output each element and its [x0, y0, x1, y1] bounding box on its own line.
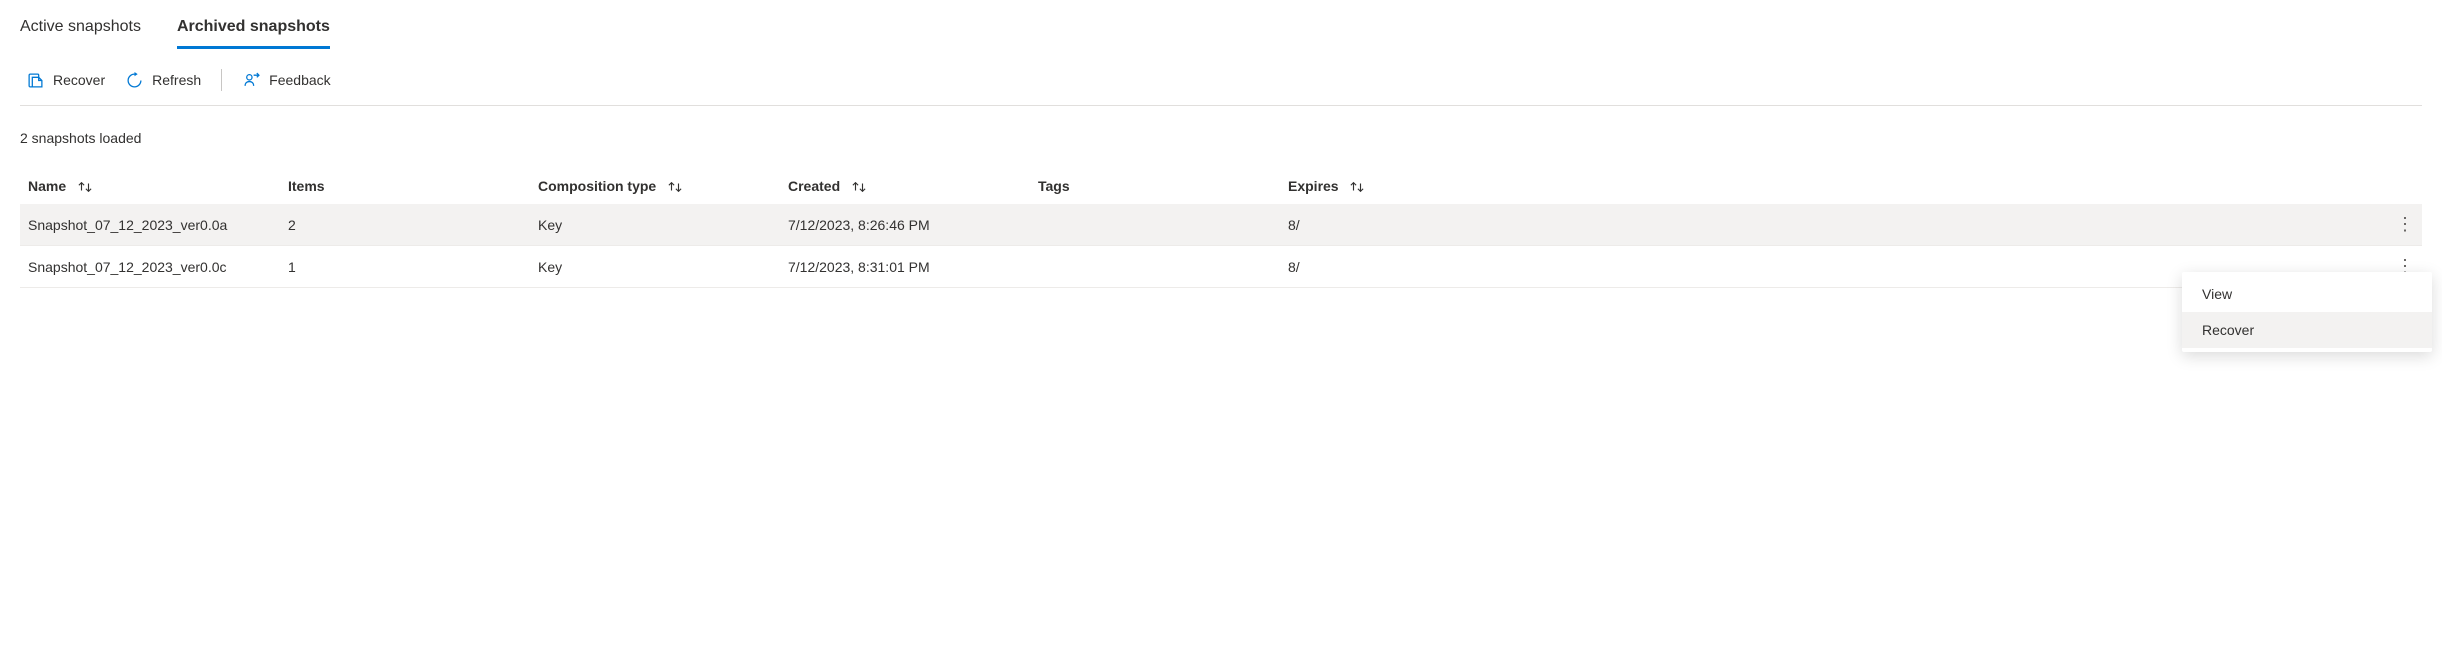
recover-label: Recover	[53, 72, 105, 88]
column-items-label: Items	[288, 178, 325, 194]
cell-name: Snapshot_07_12_2023_ver0.0a	[20, 204, 280, 246]
cell-items: 1	[280, 246, 530, 288]
toolbar: Recover Refresh Feedback	[20, 49, 2422, 106]
cell-composition: Key	[530, 204, 780, 246]
column-header-composition[interactable]: Composition type	[530, 168, 780, 204]
column-created-label: Created	[788, 178, 840, 194]
column-header-tags[interactable]: Tags	[1030, 168, 1280, 204]
table-row[interactable]: Snapshot_07_12_2023_ver0.0c 1 Key 7/12/2…	[20, 246, 2422, 288]
sort-icon	[666, 180, 684, 194]
cell-composition: Key	[530, 246, 780, 288]
feedback-button[interactable]: Feedback	[232, 71, 340, 89]
row-more-button[interactable]: ⋮	[2388, 204, 2422, 246]
toolbar-divider	[221, 69, 222, 91]
feedback-icon	[242, 71, 260, 89]
recover-button[interactable]: Recover	[20, 71, 115, 89]
column-composition-label: Composition type	[538, 178, 656, 194]
cell-name: Snapshot_07_12_2023_ver0.0c	[20, 246, 280, 288]
cell-tags	[1030, 246, 1280, 288]
cell-items: 2	[280, 204, 530, 246]
tabs-bar: Active snapshots Archived snapshots	[20, 10, 2422, 49]
cell-expires: 8/	[1280, 204, 2388, 246]
column-tags-label: Tags	[1038, 178, 1070, 194]
column-header-items[interactable]: Items	[280, 168, 530, 204]
recover-icon	[26, 71, 44, 89]
menu-item-view[interactable]: View	[2182, 276, 2432, 312]
column-header-name[interactable]: Name	[20, 168, 280, 204]
column-header-created[interactable]: Created	[780, 168, 1030, 204]
tab-archived-snapshots[interactable]: Archived snapshots	[177, 10, 330, 49]
tab-active-snapshots[interactable]: Active snapshots	[20, 10, 141, 49]
column-header-expires[interactable]: Expires	[1280, 168, 2388, 204]
table-row[interactable]: Snapshot_07_12_2023_ver0.0a 2 Key 7/12/2…	[20, 204, 2422, 246]
snapshots-table: Name Items Composition type	[20, 168, 2422, 288]
refresh-label: Refresh	[152, 72, 201, 88]
context-menu: View Recover	[2182, 272, 2432, 352]
sort-icon	[850, 180, 868, 194]
status-text: 2 snapshots loaded	[20, 106, 2422, 154]
feedback-label: Feedback	[269, 72, 330, 88]
sort-icon	[1348, 180, 1366, 194]
column-name-label: Name	[28, 178, 66, 194]
refresh-button[interactable]: Refresh	[115, 71, 211, 89]
cell-created: 7/12/2023, 8:31:01 PM	[780, 246, 1030, 288]
sort-icon	[76, 180, 94, 194]
refresh-icon	[125, 71, 143, 89]
column-expires-label: Expires	[1288, 178, 1339, 194]
menu-item-recover[interactable]: Recover	[2182, 312, 2432, 348]
cell-created: 7/12/2023, 8:26:46 PM	[780, 204, 1030, 246]
cell-tags	[1030, 204, 1280, 246]
